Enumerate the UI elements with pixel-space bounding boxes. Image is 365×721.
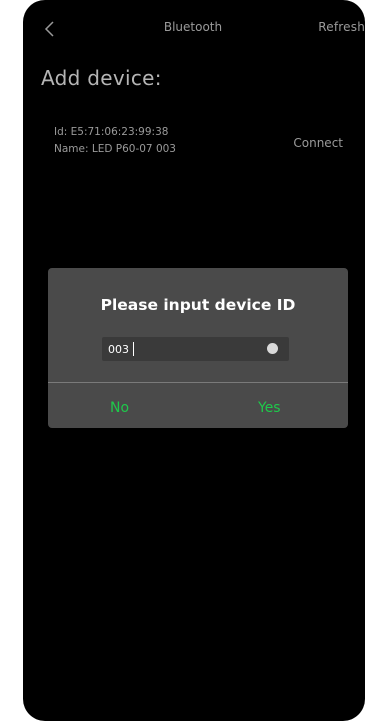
device-id-input[interactable] bbox=[108, 337, 258, 361]
chevron-left-icon bbox=[44, 21, 54, 37]
device-name-text: Name: LED P60-07 003 bbox=[54, 143, 176, 155]
app-screen: Bluetooth Refresh Add device: Id: E5:71:… bbox=[23, 0, 365, 721]
clear-circle-icon[interactable] bbox=[267, 343, 278, 354]
device-id-text: Id: E5:71:06:23:99:38 bbox=[54, 126, 169, 138]
page-title: Bluetooth bbox=[163, 20, 223, 34]
back-button[interactable] bbox=[39, 16, 63, 44]
dialog-title: Please input device ID bbox=[100, 296, 296, 314]
device-list-item: Id: E5:71:06:23:99:38 Name: LED P60-07 0… bbox=[23, 118, 365, 178]
device-id-field bbox=[102, 337, 289, 361]
dialog-divider bbox=[48, 382, 348, 383]
no-button[interactable]: No bbox=[110, 400, 129, 416]
refresh-button[interactable]: Refresh bbox=[318, 20, 365, 34]
device-id-dialog: Please input device ID No Yes bbox=[48, 268, 348, 428]
text-caret bbox=[133, 342, 134, 356]
connect-button[interactable]: Connect bbox=[293, 136, 343, 150]
top-bar: Bluetooth Refresh bbox=[23, 0, 365, 60]
yes-button[interactable]: Yes bbox=[258, 400, 281, 416]
add-device-heading: Add device: bbox=[41, 66, 162, 90]
